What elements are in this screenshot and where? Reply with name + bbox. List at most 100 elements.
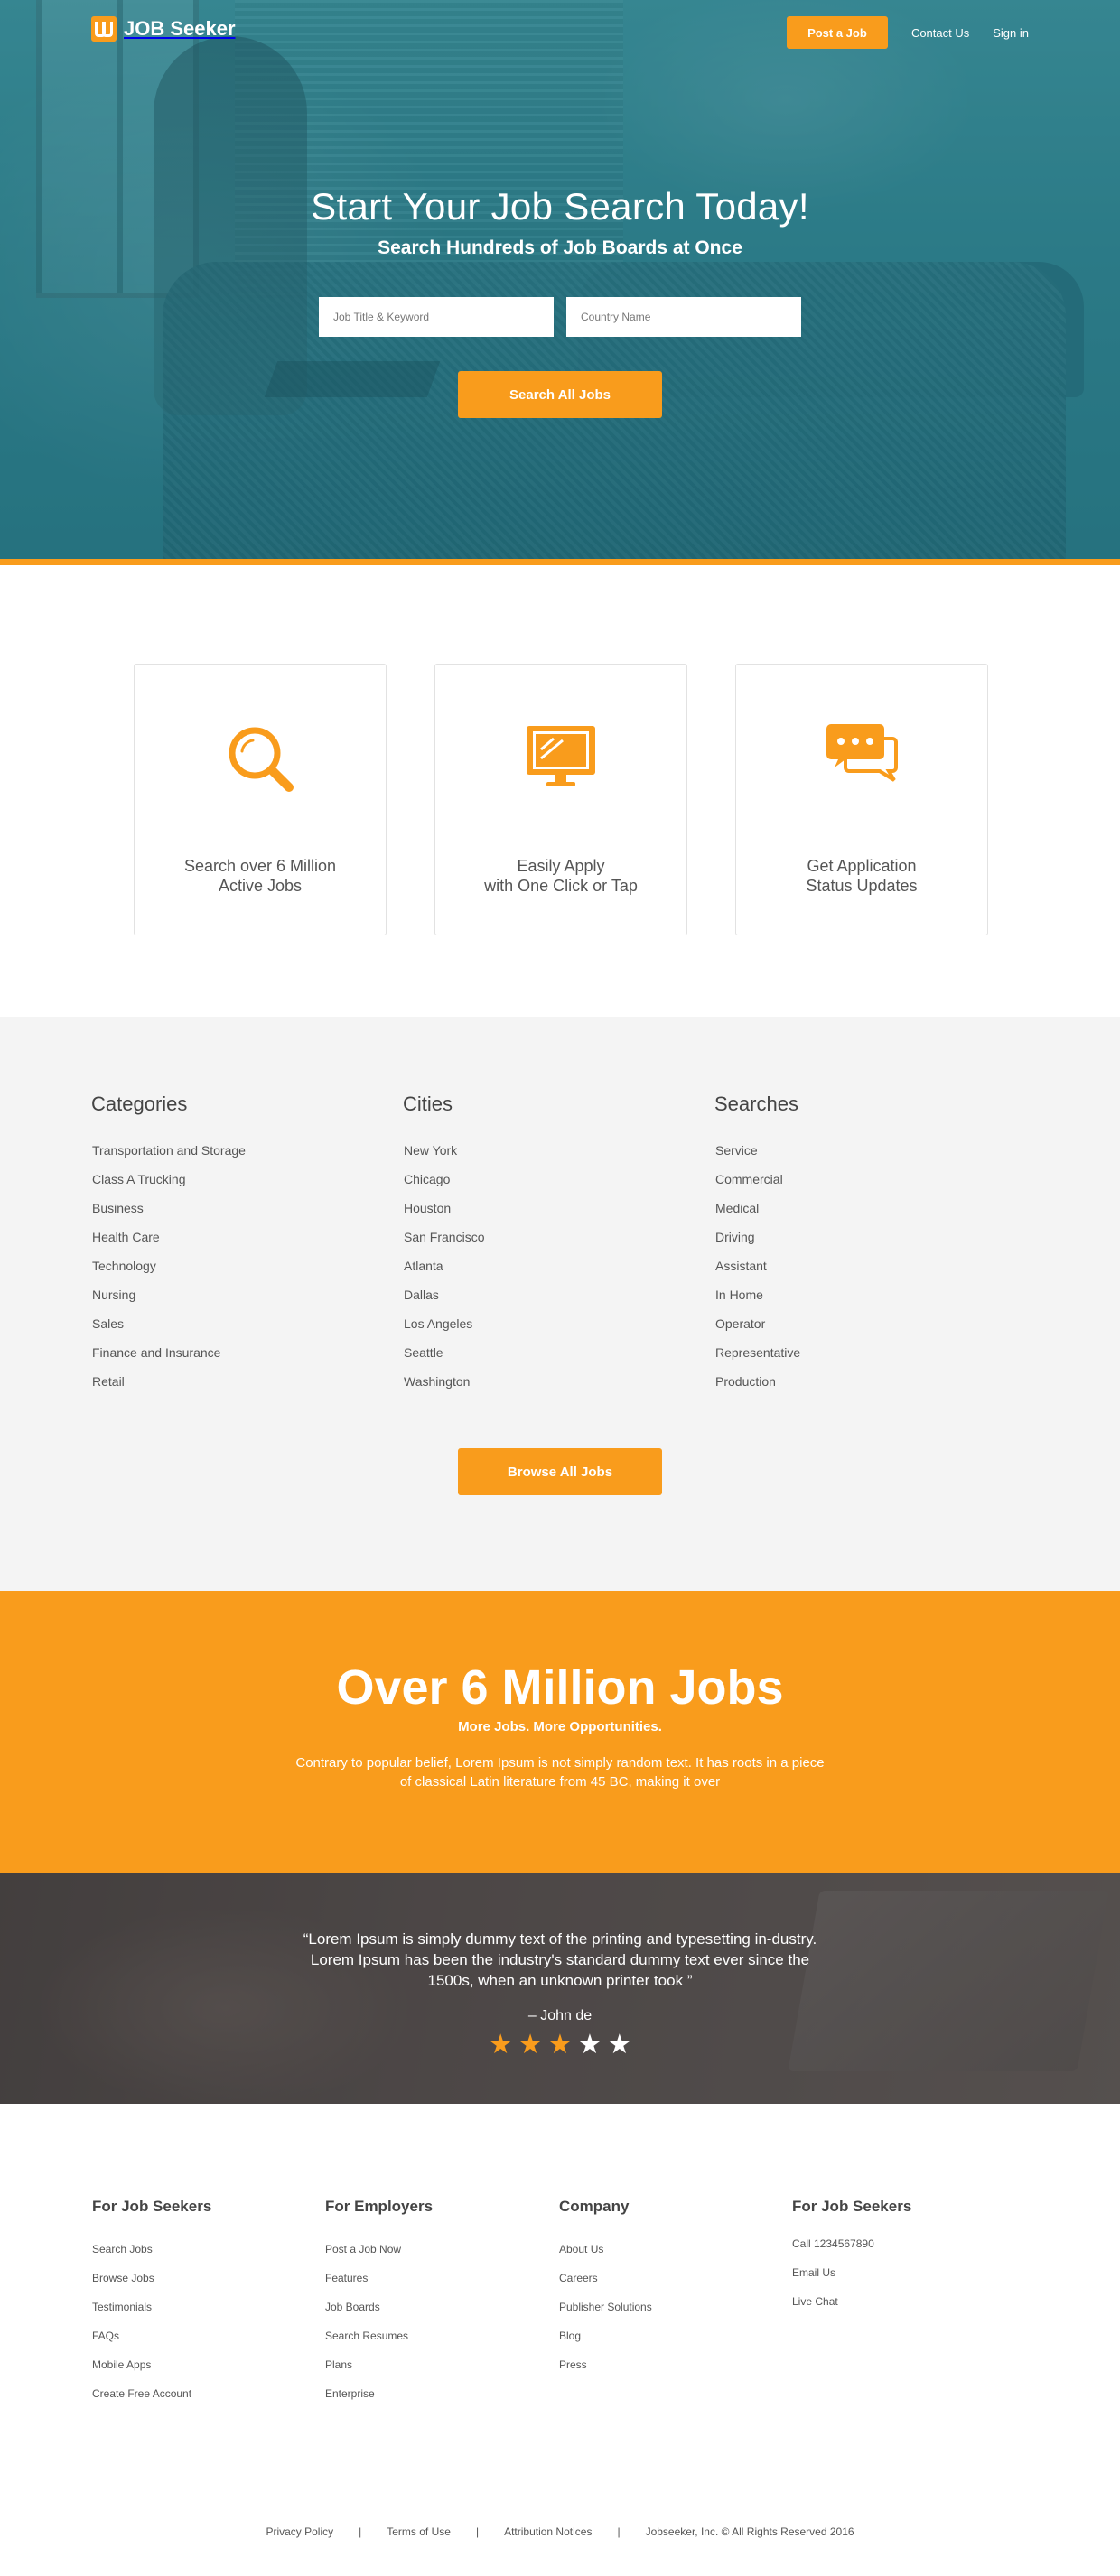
browse-section: Categories Transportation and Storage Cla… [0, 1017, 1120, 1591]
privacy-policy-link[interactable]: Privacy Policy [266, 2525, 333, 2538]
list-item-link[interactable]: Enterprise [325, 2387, 375, 2400]
list-item: Search Jobs [92, 2243, 309, 2272]
list-item-link[interactable]: Features [325, 2272, 368, 2284]
footer-employers-column: For Employers Post a Job Now Features Job … [325, 2198, 542, 2416]
list-item-link[interactable]: Testimonials [92, 2301, 152, 2313]
feature-line2: Status Updates [806, 877, 918, 895]
list-item-link[interactable]: Commercial [715, 1172, 783, 1186]
contact-us-link[interactable]: Contact Us [911, 26, 969, 40]
list-item-link[interactable]: Email Us [792, 2266, 835, 2279]
star-icon: ★ [577, 2029, 602, 2060]
list-item-link[interactable]: San Francisco [404, 1230, 484, 1244]
legal-separator: | [617, 2525, 621, 2538]
list-item-link[interactable]: About Us [559, 2243, 603, 2255]
list-item: Class A Trucking [92, 1172, 363, 1201]
list-item-link[interactable]: Sales [92, 1316, 124, 1331]
list-item-link[interactable]: Live Chat [792, 2295, 838, 2308]
terms-of-use-link[interactable]: Terms of Use [387, 2525, 451, 2538]
legal-separator: | [475, 2525, 480, 2538]
list-item-link[interactable]: Representative [715, 1345, 800, 1360]
list-item-link[interactable]: Plans [325, 2358, 352, 2371]
list-item-link[interactable]: Retail [92, 1374, 125, 1389]
stats-subtitle: More Jobs. More Opportunities. [458, 1719, 662, 1734]
list-item-link[interactable]: Transportation and Storage [92, 1143, 246, 1158]
list-item-link[interactable]: FAQs [92, 2330, 119, 2342]
list-item-link[interactable]: Chicago [404, 1172, 450, 1186]
legal-links: Privacy Policy | Terms of Use | Attribut… [0, 2525, 1120, 2538]
list-item-link[interactable]: Dallas [404, 1288, 439, 1302]
list-item-link[interactable]: In Home [715, 1288, 763, 1302]
list-item-link[interactable]: Blog [559, 2330, 581, 2342]
list-item-link[interactable]: Publisher Solutions [559, 2301, 652, 2313]
list-item-link[interactable]: Business [92, 1201, 144, 1215]
list-item: Houston [404, 1201, 675, 1230]
list-item-link[interactable]: Nursing [92, 1288, 135, 1302]
footer-employers-list: Post a Job Now Features Job Boards Search R… [325, 2243, 542, 2416]
site-logo[interactable]: JOB Seeker [91, 16, 236, 42]
list-item-link[interactable]: New York [404, 1143, 457, 1158]
list-item-link[interactable]: Create Free Account [92, 2387, 191, 2400]
hero-section: JOB Seeker Post a Job Contact Us Sign in… [0, 0, 1120, 565]
top-navigation: JOB Seeker Post a Job Contact Us Sign in [0, 0, 1120, 65]
list-item-link[interactable]: Call 1234567890 [792, 2237, 874, 2250]
list-item-link[interactable]: Production [715, 1374, 776, 1389]
list-item-link[interactable]: Houston [404, 1201, 451, 1215]
list-item: Call 1234567890 [792, 2237, 1009, 2266]
list-item-link[interactable]: Finance and Insurance [92, 1345, 220, 1360]
footer-seekers-column: For Job Seekers Search Jobs Browse Jobs Te… [92, 2198, 309, 2416]
list-item: Health Care [92, 1230, 363, 1259]
list-item-link[interactable]: Search Resumes [325, 2330, 408, 2342]
list-item-link[interactable]: Assistant [715, 1259, 767, 1273]
list-item: In Home [715, 1288, 986, 1316]
list-item-link[interactable]: Health Care [92, 1230, 160, 1244]
testimonial-section: “Lorem Ipsum is simply dummy text of the… [0, 1873, 1120, 2104]
list-item-link[interactable]: Medical [715, 1201, 759, 1215]
list-item-link[interactable]: Press [559, 2358, 587, 2371]
list-item: FAQs [92, 2330, 309, 2358]
list-item: Finance and Insurance [92, 1345, 363, 1374]
list-item-link[interactable]: Post a Job Now [325, 2243, 401, 2255]
list-item: Mobile Apps [92, 2358, 309, 2387]
search-all-jobs-button[interactable]: Search All Jobs [458, 371, 662, 418]
list-item: Los Angeles [404, 1316, 675, 1345]
post-job-button[interactable]: Post a Job [786, 16, 888, 49]
list-item: Medical [715, 1201, 986, 1230]
rating-stars: ★ ★ ★ ★ ★ [0, 2032, 1120, 2059]
browse-all-jobs-button[interactable]: Browse All Jobs [458, 1448, 662, 1495]
list-item-link[interactable]: Technology [92, 1259, 156, 1273]
feature-text: Search over 6 Million Active Jobs [135, 856, 386, 896]
feature-card-apply: Easily Apply with One Click or Tap [434, 664, 687, 935]
list-item-link[interactable]: Seattle [404, 1345, 443, 1360]
list-item: Production [715, 1374, 986, 1403]
legal-separator: | [359, 2525, 362, 2538]
stats-title: Over 6 Million Jobs [336, 1660, 784, 1715]
list-item: Atlanta [404, 1259, 675, 1288]
list-item-link[interactable]: Job Boards [325, 2301, 380, 2313]
attribution-notices-link[interactable]: Attribution Notices [504, 2525, 592, 2538]
list-item-link[interactable]: Washington [404, 1374, 470, 1389]
list-item-link[interactable]: Browse Jobs [92, 2272, 154, 2284]
list-item-link[interactable]: Atlanta [404, 1259, 443, 1273]
list-item-link[interactable]: Service [715, 1143, 758, 1158]
list-item: Transportation and Storage [92, 1143, 363, 1172]
keyword-input[interactable] [319, 297, 554, 337]
list-item-link[interactable]: Operator [715, 1316, 765, 1331]
list-item-link[interactable]: Class A Trucking [92, 1172, 186, 1186]
list-item-link[interactable]: Careers [559, 2272, 598, 2284]
list-item-link[interactable]: Los Angeles [404, 1316, 472, 1331]
feature-cards: Search over 6 Million Active Jobs Easily… [134, 664, 988, 935]
legal-bar: Privacy Policy | Terms of Use | Attribut… [0, 2493, 1120, 2572]
testimonial-quote: “Lorem Ipsum is simply dummy text of the… [303, 1930, 817, 1989]
search-form [0, 297, 1120, 337]
hero-title: Start Your Job Search Today! [311, 185, 809, 228]
list-item: Retail [92, 1374, 363, 1403]
monitor-icon [435, 721, 686, 802]
list-item: San Francisco [404, 1230, 675, 1259]
list-item-link[interactable]: Driving [715, 1230, 755, 1244]
sign-in-link[interactable]: Sign in [993, 26, 1029, 40]
list-item: Browse Jobs [92, 2272, 309, 2301]
country-input[interactable] [566, 297, 801, 337]
nav-links: Post a Job Contact Us Sign in [786, 16, 1029, 49]
list-item-link[interactable]: Search Jobs [92, 2243, 153, 2255]
list-item-link[interactable]: Mobile Apps [92, 2358, 151, 2371]
